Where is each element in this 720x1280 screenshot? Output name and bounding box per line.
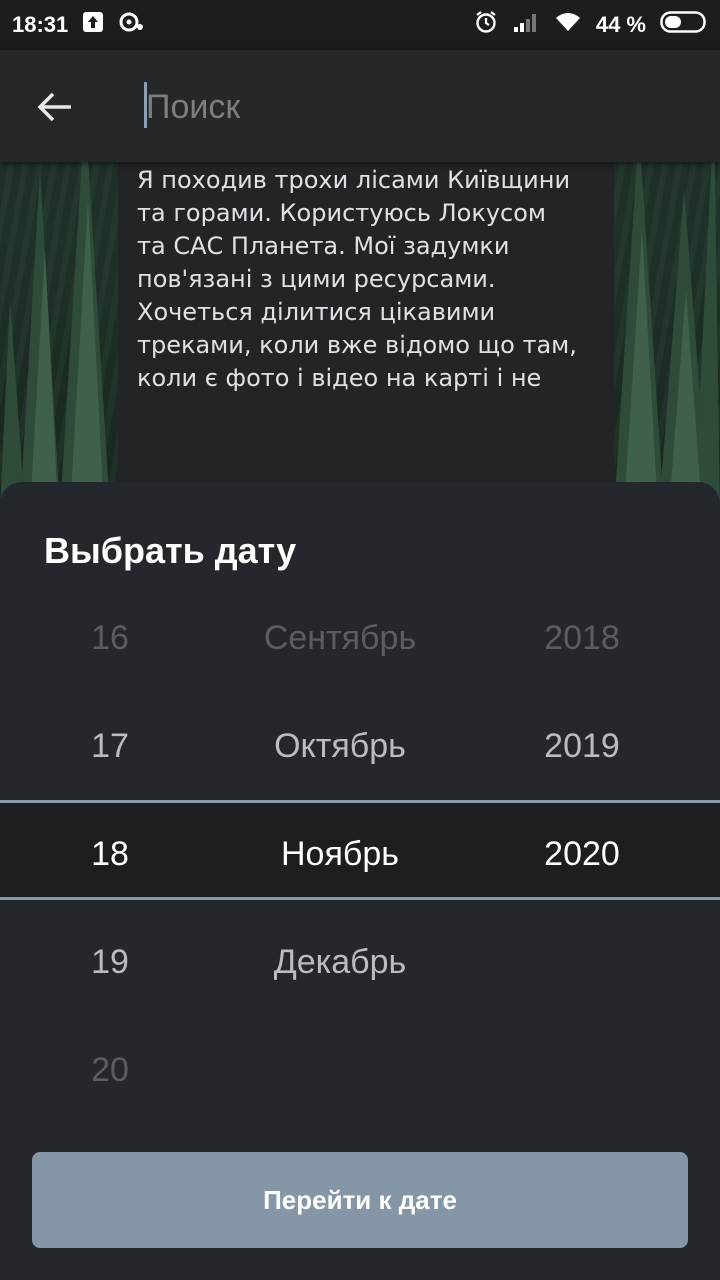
- status-bar: 18:31 44 %: [0, 0, 720, 50]
- sheet-title: Выбрать дату: [44, 530, 297, 571]
- day-option[interactable]: 17: [91, 726, 129, 766]
- month-option[interactable]: Октябрь: [274, 726, 406, 766]
- month-option-selected[interactable]: Ноябрь: [281, 834, 399, 874]
- search-input[interactable]: [146, 80, 686, 134]
- back-button[interactable]: [24, 76, 86, 138]
- arrow-left-icon: [37, 92, 71, 122]
- media-icon: [118, 11, 144, 39]
- day-option[interactable]: 16: [91, 618, 129, 658]
- year-option-selected[interactable]: 2020: [544, 834, 620, 874]
- alarm-icon: [474, 10, 498, 40]
- battery-icon: [660, 10, 708, 40]
- day-option-selected[interactable]: 18: [91, 834, 129, 874]
- day-option[interactable]: 20: [91, 1050, 129, 1090]
- signal-icon: [512, 11, 540, 39]
- month-option[interactable]: Сентябрь: [264, 618, 416, 658]
- status-time: 18:31: [12, 12, 69, 37]
- search-app-bar: [0, 50, 720, 162]
- date-picker-sheet: Выбрать дату 16 17 18 19 20 Сентябрь Окт…: [0, 482, 720, 1280]
- month-option[interactable]: Декабрь: [274, 942, 407, 982]
- year-option[interactable]: 2018: [544, 618, 620, 658]
- year-option[interactable]: 2019: [544, 726, 620, 766]
- wifi-icon: [554, 11, 582, 39]
- day-option[interactable]: 19: [91, 942, 129, 982]
- upload-icon: [82, 11, 104, 39]
- go-to-date-button[interactable]: Перейти к дате: [32, 1152, 688, 1248]
- battery-percent: 44 %: [595, 12, 646, 37]
